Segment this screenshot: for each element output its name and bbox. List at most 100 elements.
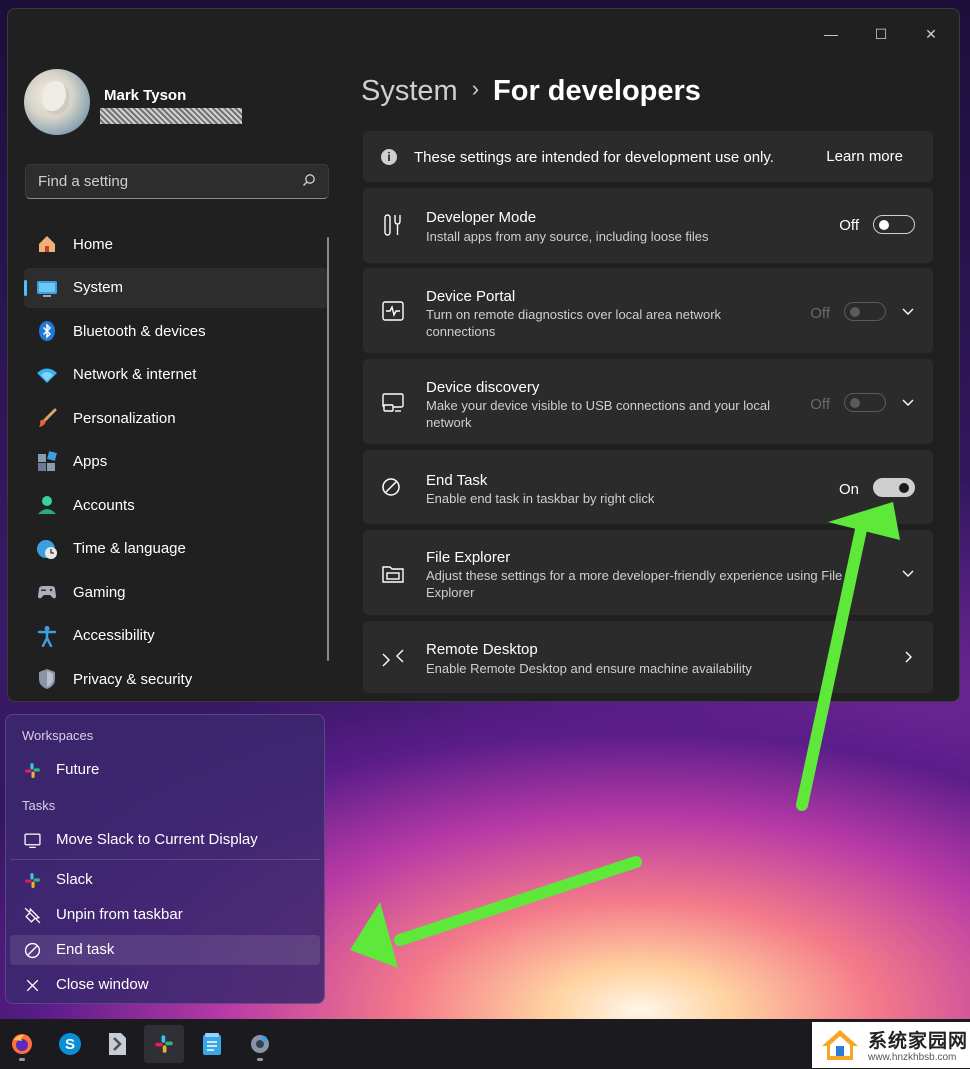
toggle-knob: [879, 219, 889, 230]
jumplist-item-label: Future: [56, 761, 100, 778]
toggle-knob: [899, 482, 909, 493]
close-icon: [26, 979, 39, 992]
sidebar-item-home[interactable]: Home: [24, 224, 328, 264]
info-banner: i These settings are intended for develo…: [363, 131, 933, 182]
jumplist-divider: [10, 859, 320, 860]
sidebar-item-apps[interactable]: Apps: [24, 442, 328, 482]
jumplist-item-unpin[interactable]: Unpin from taskbar: [10, 900, 320, 930]
setting-device-portal[interactable]: Device Portal Turn on remote diagnostics…: [363, 268, 933, 353]
taskbar-settings[interactable]: [240, 1025, 280, 1063]
maximize-button[interactable]: ☐: [858, 19, 904, 49]
taskbar-slack[interactable]: [144, 1025, 184, 1063]
setting-title: Remote Desktop: [426, 641, 538, 658]
jumplist-item-label: Move Slack to Current Display: [56, 831, 258, 848]
monitor-icon: [24, 833, 41, 849]
developer-tools-icon: [384, 214, 401, 236]
running-indicator: [19, 1058, 25, 1061]
prohibited-icon: [382, 478, 400, 496]
chevron-right-icon[interactable]: [901, 650, 915, 664]
svg-text:S: S: [65, 1036, 75, 1053]
jumplist-item-move-display[interactable]: Move Slack to Current Display: [10, 825, 320, 855]
slack-icon: [155, 1035, 173, 1053]
settings-window: — ☐ ✕ Mark Tyson redacted-email Find a s…: [7, 8, 960, 702]
home-icon: [36, 233, 58, 255]
search-placeholder: Find a setting: [38, 173, 129, 190]
breadcrumb-parent[interactable]: System: [361, 75, 458, 107]
sidebar-item-network[interactable]: Network & internet: [24, 355, 328, 395]
breadcrumb-separator: ›: [471, 76, 480, 101]
search-icon[interactable]: [302, 173, 316, 187]
chevron-down-icon[interactable]: [901, 304, 915, 318]
chevron-down-icon[interactable]: [901, 395, 915, 409]
taskbar-skype[interactable]: S: [50, 1025, 90, 1063]
sidebar-item-bluetooth[interactable]: Bluetooth & devices: [24, 311, 328, 351]
sidebar-item-label: Bluetooth & devices: [73, 322, 206, 340]
jumplist-item-end-task[interactable]: End task: [10, 935, 320, 965]
sidebar-item-system[interactable]: System: [24, 267, 328, 308]
learn-more-link[interactable]: Learn more: [826, 148, 903, 165]
toggle-state-label: On: [838, 481, 859, 498]
settings-gear-icon: [251, 1035, 269, 1053]
device-discovery-toggle[interactable]: [844, 393, 886, 412]
sidebar-item-label: Privacy & security: [73, 670, 193, 688]
jumplist-item-slack[interactable]: Slack: [10, 865, 320, 895]
house-logo-icon: [822, 1030, 858, 1060]
sidebar-item-label: Accounts: [73, 496, 135, 514]
breadcrumb: System › For developers: [361, 75, 701, 108]
minimize-button[interactable]: —: [808, 19, 854, 49]
toggle-knob: [850, 306, 860, 317]
slack-icon: [25, 873, 40, 888]
setting-title: Developer Mode: [426, 209, 537, 226]
device-portal-icon: [382, 301, 404, 321]
apps-icon: [36, 450, 58, 473]
sidebar-item-personalization[interactable]: Personalization: [24, 398, 328, 438]
sidebar-scrollbar[interactable]: [327, 237, 329, 661]
avatar[interactable]: [24, 69, 90, 135]
jumplist-item-label: Unpin from taskbar: [56, 906, 183, 923]
wifi-icon: [36, 364, 58, 386]
sidebar-item-accessibility[interactable]: Accessibility: [24, 616, 328, 656]
unpin-icon: [24, 907, 41, 924]
setting-desc: Enable end task in taskbar by right clic…: [426, 491, 655, 506]
setting-remote-desktop[interactable]: Remote Desktop Enable Remote Desktop and…: [363, 621, 933, 693]
page-title: For developers: [493, 75, 701, 107]
sidebar-item-privacy[interactable]: Privacy & security: [24, 659, 328, 699]
jumplist-item-close-window[interactable]: Close window: [10, 970, 320, 1000]
toggle-state-label: Off: [810, 305, 830, 322]
device-portal-toggle[interactable]: [844, 302, 886, 321]
sidebar-item-label: Gaming: [73, 583, 126, 601]
arrow-to-end-task-menu: [350, 856, 642, 968]
sidebar-item-label: Time & language: [73, 540, 186, 557]
developer-mode-toggle[interactable]: [873, 215, 915, 234]
taskbar-firefox[interactable]: [2, 1025, 42, 1063]
toggle-knob: [850, 397, 860, 408]
jumplist-header-workspaces: Workspaces: [22, 728, 94, 743]
sidebar-item-gaming[interactable]: Gaming: [24, 572, 328, 612]
sidebar-item-label: Personalization: [73, 409, 176, 427]
taskbar-notepad[interactable]: [192, 1025, 232, 1063]
watermark-url: www.hnzkhbsb.com: [868, 1052, 957, 1063]
end-task-toggle[interactable]: [873, 478, 915, 497]
setting-developer-mode: Developer Mode Install apps from any sou…: [363, 188, 933, 263]
search-input[interactable]: Find a setting: [25, 164, 329, 199]
toggle-state-label: Off: [810, 396, 830, 413]
taskbar-file-app[interactable]: [97, 1025, 137, 1063]
sidebar-item-time-language[interactable]: Time & language: [24, 529, 328, 569]
setting-title: Device Portal: [426, 288, 516, 305]
running-indicator: [257, 1058, 263, 1061]
globe-clock-icon: [36, 538, 58, 560]
close-button[interactable]: ✕: [908, 19, 954, 49]
folder-icon: [382, 566, 404, 583]
chevron-down-icon[interactable]: [901, 566, 915, 580]
sidebar-item-accounts[interactable]: Accounts: [24, 485, 328, 525]
setting-desc: Turn on remote diagnostics over local ar…: [426, 307, 722, 339]
shield-icon: [36, 668, 58, 690]
system-icon: [36, 277, 58, 299]
setting-file-explorer[interactable]: File Explorer Adjust these settings for …: [363, 530, 933, 615]
watermark-logo: 系统家园网 www.hnzkhbsb.com: [812, 1022, 970, 1068]
accounts-icon: [36, 494, 58, 516]
jumplist-item-workspace[interactable]: Future: [10, 755, 320, 785]
setting-device-discovery[interactable]: Device discovery Make your device visibl…: [363, 359, 933, 444]
gamepad-icon: [36, 581, 58, 603]
bluetooth-icon: [36, 320, 58, 342]
